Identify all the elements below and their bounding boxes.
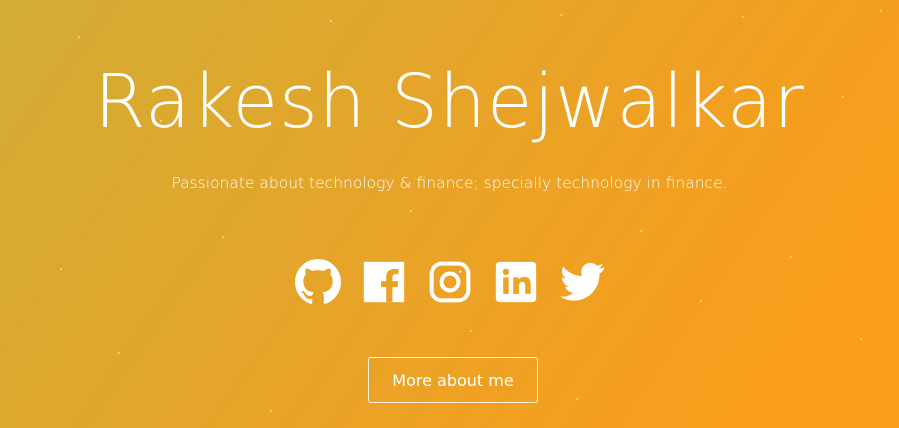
instagram-link[interactable] <box>426 258 474 306</box>
linkedin-link[interactable] <box>492 258 540 306</box>
tagline: Passionate about technology & finance; s… <box>171 174 728 192</box>
linkedin-icon <box>495 261 536 303</box>
more-about-me-button[interactable]: More about me <box>368 357 538 403</box>
instagram-icon <box>429 261 470 303</box>
twitter-icon <box>559 262 604 301</box>
github-icon <box>294 259 341 304</box>
facebook-icon <box>363 261 404 303</box>
hero-section: Rakesh Shejwalkar Passionate about techn… <box>0 0 899 428</box>
facebook-link[interactable] <box>360 258 408 306</box>
social-links <box>0 258 899 306</box>
twitter-link[interactable] <box>558 258 606 306</box>
github-link[interactable] <box>294 258 342 306</box>
page-title: Rakesh Shejwalkar <box>94 59 805 145</box>
